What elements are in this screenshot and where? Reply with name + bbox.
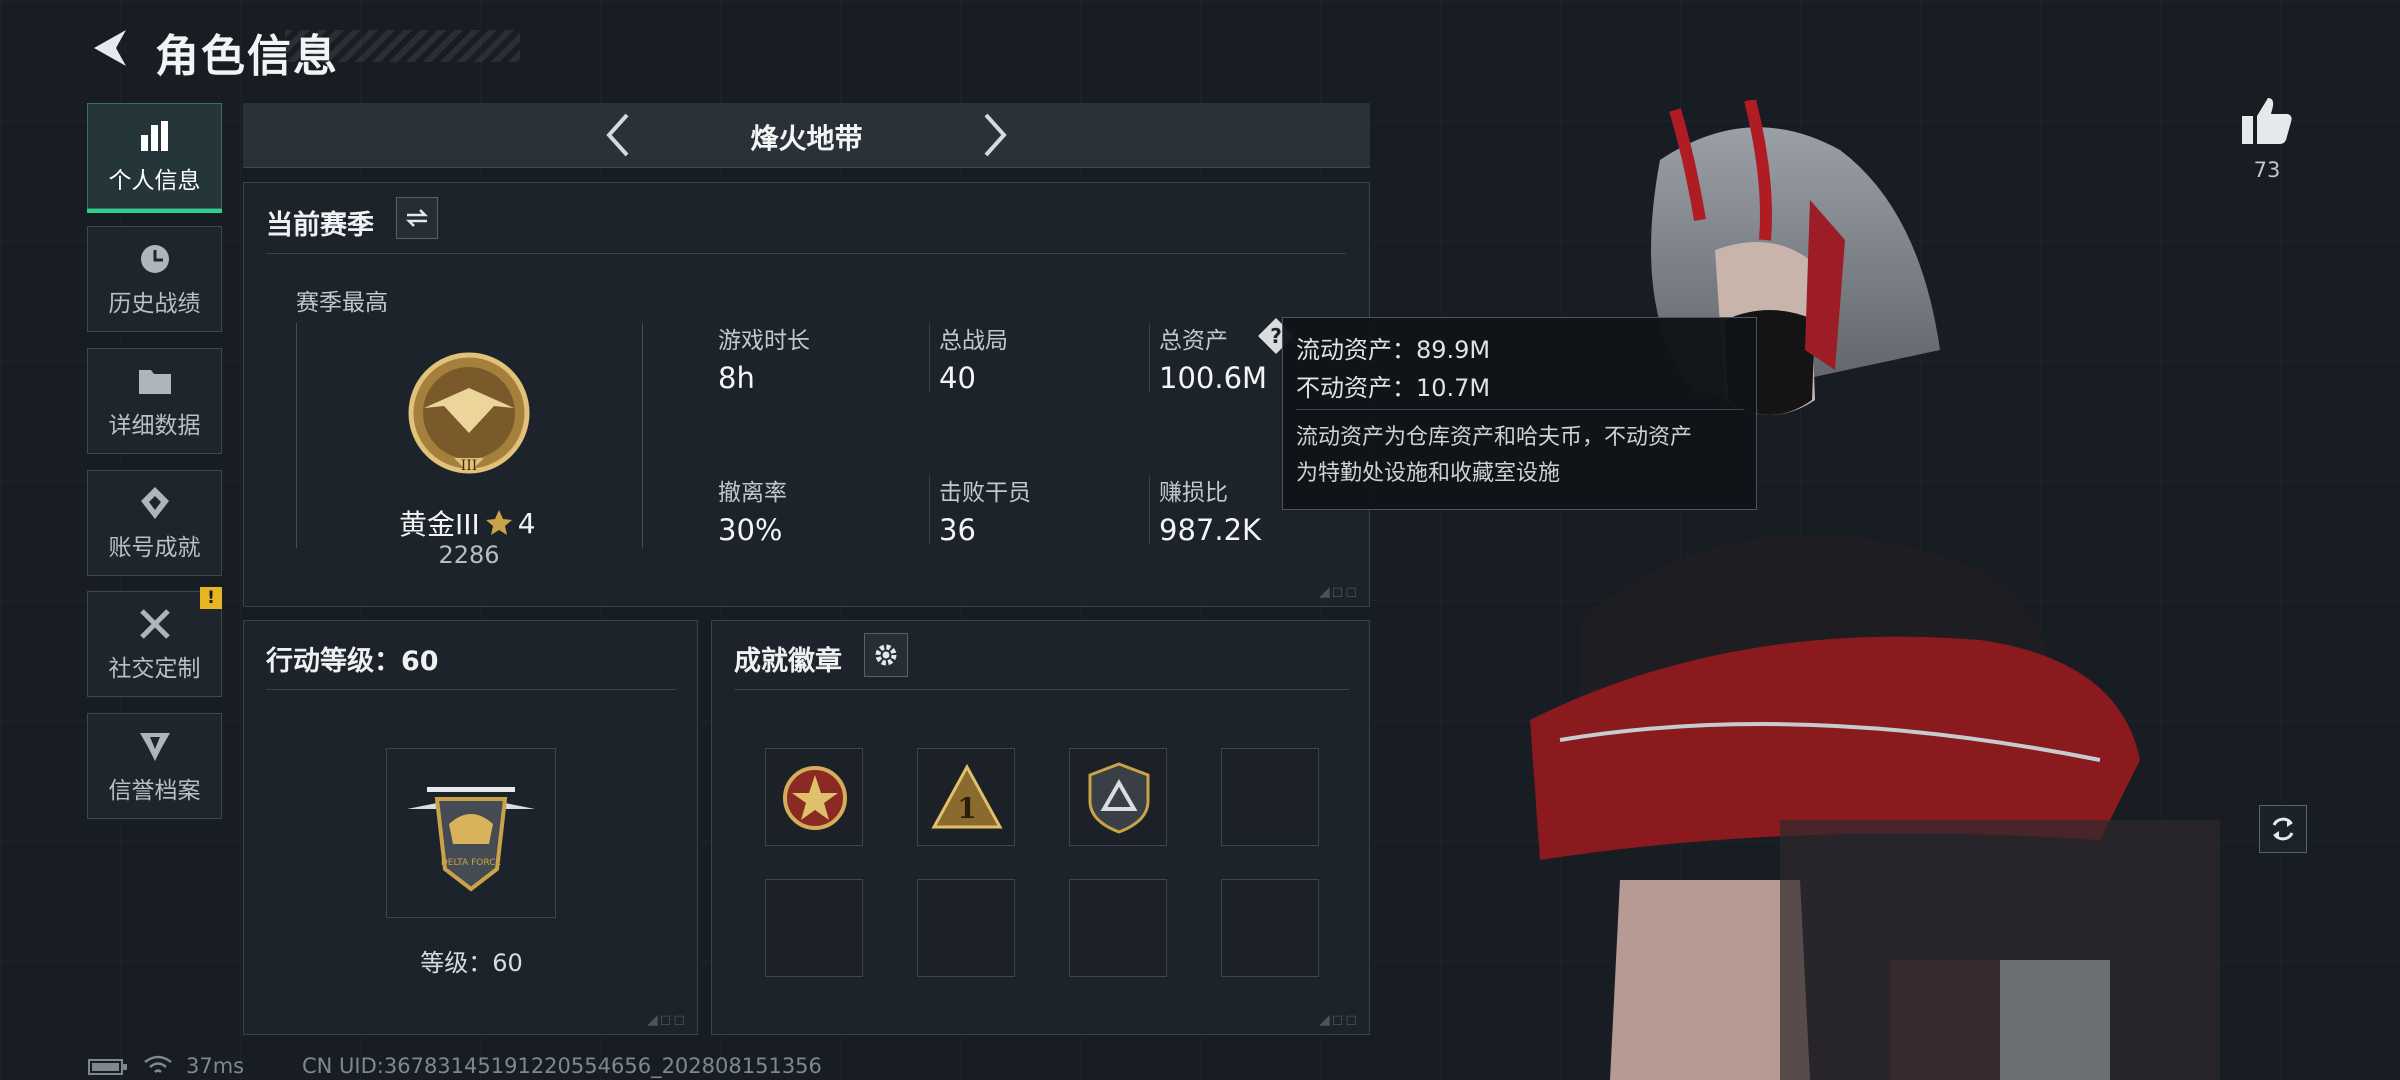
warning-badge: ! bbox=[200, 587, 222, 609]
helicopter-badge-icon: DELTA FORCE bbox=[407, 787, 535, 892]
rank-display: 黄金III 4 bbox=[399, 503, 536, 543]
corner-decoration: ◢◻◻ bbox=[1318, 1012, 1359, 1028]
stat-value: 987.2K bbox=[1159, 513, 1262, 547]
achievement-slot-empty[interactable] bbox=[1221, 748, 1319, 846]
achievements-title: 成就徽章 bbox=[734, 646, 842, 677]
stat-value: 100.6M bbox=[1159, 361, 1268, 395]
stat-value: 30% bbox=[718, 513, 783, 547]
history-icon bbox=[140, 245, 169, 273]
corner-decoration: ◢◻◻ bbox=[1318, 584, 1359, 600]
achievement-slot[interactable] bbox=[765, 748, 863, 846]
tooltip-description-line: 为特勤处设施和收藏室设施 bbox=[1296, 461, 1561, 486]
sidebar-item-label: 个人信息 bbox=[108, 168, 201, 194]
badge-settings-button[interactable] bbox=[864, 633, 908, 677]
season-title: 当前赛季 bbox=[266, 210, 374, 241]
gear-icon bbox=[875, 644, 897, 666]
stat-label: 总战局 bbox=[939, 328, 1008, 354]
thumbs-up-icon[interactable] bbox=[2240, 96, 2294, 146]
gold-rank-emblem-icon: III bbox=[408, 352, 530, 474]
folder-icon bbox=[138, 370, 171, 394]
achievements-panel: 成就徽章 1 ◢◻◻ bbox=[711, 620, 1370, 1035]
chevron-right-icon[interactable] bbox=[978, 111, 1012, 159]
sidebar-item-details[interactable]: 详细数据 bbox=[87, 348, 222, 454]
achievement-slot-empty[interactable] bbox=[1221, 879, 1319, 977]
svg-text:DELTA FORCE: DELTA FORCE bbox=[441, 858, 502, 868]
mode-selector: 烽火地带 bbox=[243, 103, 1370, 168]
sidebar-item-reputation[interactable]: 信誉档案 bbox=[87, 713, 222, 819]
rank-score: 2286 bbox=[438, 541, 500, 569]
battery-icon bbox=[88, 1059, 127, 1075]
level-caption: 等级：60 bbox=[420, 949, 523, 977]
sidebar-item-label: 社交定制 bbox=[108, 656, 201, 682]
stat-label: 击败干员 bbox=[939, 480, 1031, 506]
star-medal-icon bbox=[783, 766, 847, 830]
action-level-panel: 行动等级：60 DELTA FORCE 等级：60 ◢◻◻ bbox=[243, 620, 698, 1035]
stat-label: 撤离率 bbox=[718, 480, 787, 506]
wifi-icon bbox=[144, 1055, 172, 1073]
stat-value: 8h bbox=[718, 361, 755, 395]
ping-value: 37ms bbox=[186, 1054, 245, 1078]
stat-label: 总资产 bbox=[1159, 328, 1228, 354]
character-portrait bbox=[1530, 100, 2220, 1080]
divider bbox=[1149, 323, 1150, 393]
rotate-view-button[interactable] bbox=[2259, 805, 2307, 853]
divider bbox=[266, 689, 676, 690]
player-uid: CN UID:3678314519122055465​6_20280815135… bbox=[302, 1054, 822, 1078]
season-panel: 当前赛季 赛季最高 III 黄金III 4 2286 游戏时长 8h 总战局 4… bbox=[243, 182, 1370, 607]
svg-text:III: III bbox=[461, 458, 478, 474]
like-count: 73 bbox=[2253, 158, 2281, 182]
stat-value: 36 bbox=[939, 513, 976, 547]
achievement-slot[interactable]: 1 bbox=[917, 748, 1015, 846]
rank-name: 黄金III bbox=[399, 508, 480, 541]
divider bbox=[266, 253, 1346, 254]
swap-icon bbox=[405, 209, 429, 227]
stat-value: 40 bbox=[939, 361, 976, 395]
rank-one-triangle-icon: 1 bbox=[931, 763, 1003, 829]
tooltip-description-line: 流动资产为仓库资产和哈夫币，不动资产 bbox=[1296, 425, 1693, 450]
divider bbox=[1296, 409, 1744, 410]
star-icon bbox=[485, 510, 512, 535]
stat-label: 游戏时长 bbox=[718, 328, 810, 354]
sidebar-item-history[interactable]: 历史战绩 bbox=[87, 226, 222, 332]
svg-text:1: 1 bbox=[957, 792, 976, 825]
bar-chart-icon bbox=[140, 121, 168, 151]
achievement-slot-empty[interactable] bbox=[1069, 879, 1167, 977]
sidebar-item-personal-info[interactable]: 个人信息 bbox=[87, 103, 222, 213]
refresh-icon bbox=[2272, 817, 2294, 841]
mode-name: 烽火地带 bbox=[750, 122, 863, 155]
sidebar-item-label: 历史战绩 bbox=[108, 291, 201, 317]
svg-text:?: ? bbox=[1270, 324, 1282, 348]
title-decoration bbox=[285, 30, 520, 62]
sidebar-item-label: 详细数据 bbox=[108, 413, 201, 439]
tooltip-liquid-assets: 流动资产：89.9M bbox=[1296, 336, 1491, 364]
shield-badge-icon bbox=[1088, 762, 1150, 834]
divider bbox=[734, 689, 1349, 690]
tools-icon bbox=[139, 609, 170, 639]
achievement-slot[interactable] bbox=[1069, 748, 1167, 846]
season-best-label: 赛季最高 bbox=[296, 290, 388, 316]
level-badge-frame: DELTA FORCE bbox=[386, 748, 556, 918]
divider bbox=[929, 475, 930, 545]
reputation-icon bbox=[139, 733, 170, 761]
action-level-title: 行动等级：60 bbox=[266, 646, 439, 677]
achievement-icon bbox=[140, 487, 169, 519]
total-assets-tooltip: 流动资产：89.9M 不动资产：10.7M 流动资产为仓库资产和哈夫币，不动资产… bbox=[1282, 317, 1757, 510]
achievement-slot-empty[interactable] bbox=[917, 879, 1015, 977]
sidebar-item-achievements[interactable]: 账号成就 bbox=[87, 470, 222, 576]
divider bbox=[1149, 475, 1150, 545]
back-arrow-icon[interactable] bbox=[86, 24, 130, 72]
tooltip-fixed-assets: 不动资产：10.7M bbox=[1296, 374, 1491, 402]
rank-stars: 4 bbox=[517, 506, 536, 540]
achievement-slot-empty[interactable] bbox=[765, 879, 863, 977]
sidebar-item-label: 信誉档案 bbox=[108, 778, 201, 804]
season-switch-button[interactable] bbox=[396, 197, 438, 239]
divider bbox=[929, 323, 930, 393]
corner-decoration: ◢◻◻ bbox=[646, 1012, 687, 1028]
stat-label: 赚损比 bbox=[1159, 480, 1228, 506]
sidebar-item-label: 账号成就 bbox=[108, 535, 201, 561]
